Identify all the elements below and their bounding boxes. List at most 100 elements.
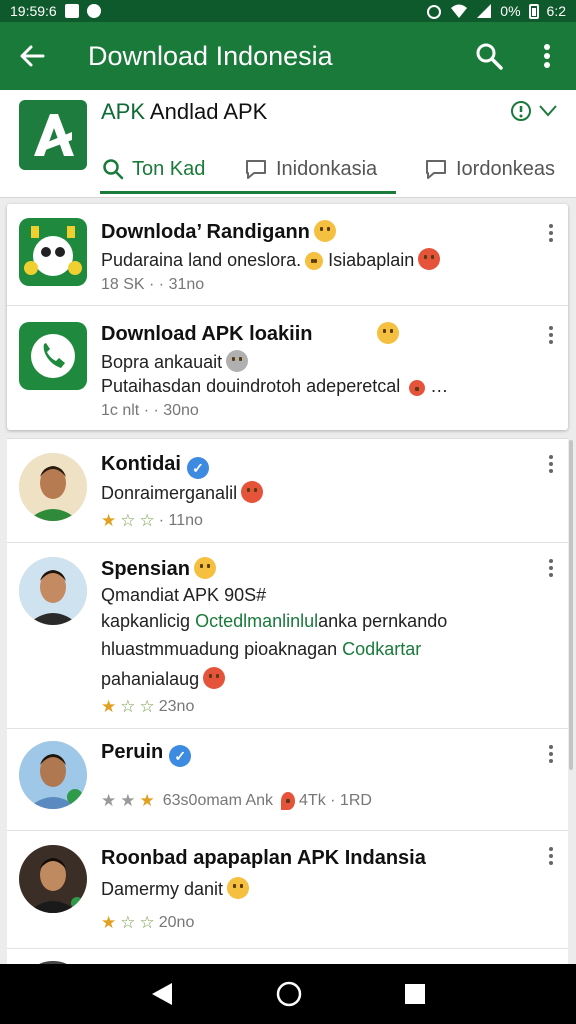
list-item[interactable]: Download APK loakiin Bopra ankauait Puta… — [7, 306, 568, 430]
system-nav-bar — [0, 964, 576, 1024]
chat-bubble-icon — [246, 160, 266, 179]
more-options-button[interactable] — [542, 320, 560, 350]
logo-a-icon — [34, 114, 74, 156]
list-item[interactable]: Roonbad apapaplan APK Indansia Damermy d… — [7, 831, 568, 949]
location-pin-icon — [281, 792, 296, 810]
mascot-icon — [24, 226, 82, 276]
overflow-menu-button[interactable] — [518, 22, 576, 90]
arrow-back-icon — [20, 45, 45, 67]
post-text: Donraimerganalil — [101, 481, 264, 504]
post-meta: ★ ☆ ☆ 23no — [101, 697, 195, 716]
tab-label: Inidonkasia — [276, 157, 378, 180]
list-item[interactable] — [7, 949, 568, 964]
star-icon: ★ — [120, 791, 136, 810]
status-time: 19:59:6 — [10, 3, 57, 19]
neutral-emoji-icon — [193, 557, 216, 579]
header-actions — [510, 100, 558, 122]
page-title: Download Indonesia — [88, 40, 333, 71]
angry-emoji-icon — [418, 248, 441, 270]
smile-emoji-icon — [305, 252, 324, 270]
back-button[interactable] — [0, 22, 64, 90]
app-tagline: Bopra ankauait — [101, 350, 249, 373]
post-meta: ★ ★ ★ 63s0omam Ank 4Tk · 1RD — [101, 791, 372, 810]
avatar — [19, 845, 87, 913]
search-button[interactable] — [460, 22, 518, 90]
post-author: Spensian — [101, 557, 216, 581]
star-icon: ☆ — [120, 697, 136, 716]
app-header: APK Andlad APK Ton Kad Inidonkasia Iordo… — [0, 90, 576, 198]
tab-indicator — [100, 191, 396, 194]
tab-top[interactable]: Ton Kad — [100, 144, 242, 194]
list-item[interactable]: Spensian Qmandiat APK 90S# kapkanlicig O… — [7, 543, 568, 729]
avatar — [19, 741, 87, 809]
app-title: Download APK loakiin — [101, 322, 399, 346]
app-bar: Download Indonesia — [0, 22, 576, 90]
status-time-right: 6:2 — [546, 3, 566, 19]
post-meta: ★ ☆ ☆ · 11no — [101, 511, 203, 530]
alarm-icon — [427, 5, 442, 19]
more-options-button[interactable] — [542, 553, 560, 583]
search-icon — [103, 159, 124, 180]
post-text: pahanialaug — [101, 667, 226, 690]
more-options-button[interactable] — [542, 449, 560, 479]
star-icon: ☆ — [139, 913, 155, 932]
more-options-button[interactable] — [542, 218, 560, 248]
app-name: APK Andlad APK — [101, 99, 267, 125]
star-icon: ☆ — [139, 511, 155, 530]
nav-home-icon[interactable] — [275, 980, 303, 1008]
wifi-icon — [451, 4, 468, 18]
star-icon: ★ — [101, 913, 117, 932]
list-item[interactable]: Kontidai ✓ Donraimerganalil ★ ☆ ☆ · 11no — [7, 439, 568, 543]
more-options-button[interactable] — [542, 841, 560, 871]
tab-indonesia[interactable]: Inidonkasia — [242, 144, 422, 194]
search-icon — [476, 43, 503, 70]
battery-percent: 0% — [500, 3, 521, 19]
nav-back-icon[interactable] — [150, 981, 174, 1007]
post-author: Roonbad apapaplan APK Indansia — [101, 847, 426, 869]
star-icon: ☆ — [139, 697, 155, 716]
tab-label: Iordonkeas — [456, 157, 555, 180]
nav-recents-icon[interactable] — [404, 983, 426, 1005]
list-item[interactable]: Downloda’ Randigann Pudaraina land onesl… — [7, 204, 568, 306]
app-name-prefix: APK — [101, 99, 146, 124]
hashtag-link[interactable]: Codkartar — [342, 639, 421, 659]
post-text: kapkanlicig Octedlmanlinlulanka pernkand… — [101, 611, 448, 631]
tab-bar: Ton Kad Inidonkasia Iordonkeas — [100, 144, 576, 198]
angry-emoji-icon — [241, 481, 264, 503]
emoji-icon — [227, 877, 250, 899]
post-list: Kontidai ✓ Donraimerganalil ★ ☆ ☆ · 11no Sp… — [7, 438, 568, 964]
post-text: Qmandiat APK 90S# — [101, 585, 267, 605]
status-bar: 19:59:6 0% 6:2 — [0, 0, 576, 22]
post-text: Damermy danit — [101, 877, 250, 900]
app-notification-icon — [86, 4, 101, 18]
signal-icon — [477, 4, 492, 18]
avatar — [19, 557, 87, 625]
emoji-icon — [409, 380, 426, 396]
tab-label: Ton Kad — [132, 157, 206, 180]
app-description: Pudaraina land oneslora. Isiabaplain — [101, 248, 441, 271]
star-icon: ☆ — [120, 913, 136, 932]
info-icon[interactable] — [510, 100, 532, 122]
star-icon: ★ — [101, 697, 117, 716]
app-icon — [19, 218, 87, 286]
verified-badge-icon: ✓ — [187, 457, 209, 479]
tab-indonesia-2[interactable]: Iordonkeas — [422, 144, 572, 194]
star-icon: ★ — [101, 791, 117, 810]
grin-emoji-icon — [376, 322, 399, 344]
list-item[interactable]: Peruin ✓ ★ ★ ★ 63s0omam Ank 4Tk · 1RD — [7, 729, 568, 831]
star-icon: ★ — [101, 511, 117, 530]
app-meta: 1c nlt · · 30no — [101, 402, 199, 419]
app-title: Downloda’ Randigann — [101, 220, 336, 244]
scrollbar[interactable] — [569, 440, 573, 770]
more-options-button[interactable] — [542, 739, 560, 769]
chevron-down-icon[interactable] — [538, 104, 558, 118]
mention-link[interactable]: Octedlmanlinlul — [195, 611, 318, 631]
phone-icon — [31, 334, 75, 378]
app-meta: 18 SK · · 31no — [101, 276, 205, 293]
post-meta: ★ ☆ ☆ 20no — [101, 913, 195, 932]
battery-icon — [528, 3, 539, 19]
star-icon: ☆ — [120, 511, 136, 530]
notification-icon — [64, 4, 79, 18]
star-icon: ★ — [139, 791, 155, 810]
chat-bubble-icon — [426, 160, 446, 179]
